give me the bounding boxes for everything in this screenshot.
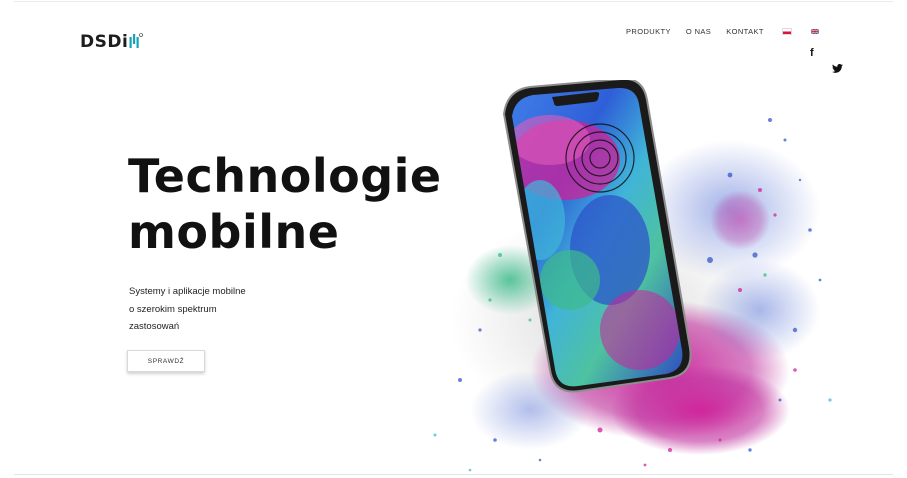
nav-item-produkty[interactable]: PRODUKTY: [626, 27, 671, 36]
page: DSDi PRODUKTY O NAS KONTAKT f Technologi…: [0, 0, 907, 478]
flag-uk-icon[interactable]: [810, 29, 819, 34]
logo-mark-icon: [129, 33, 144, 48]
hero-subtitle-line1: Systemy i aplikacje mobilne: [129, 286, 246, 297]
hero-phone-splash-image: [433, 80, 832, 472]
sprawdz-button[interactable]: SPRAWDŹ: [127, 350, 205, 372]
nav-item-kontakt[interactable]: KONTAKT: [726, 27, 764, 36]
hero-title-line2: mobilne: [128, 205, 340, 259]
bottom-divider: [14, 474, 893, 475]
hero-subtitle-line3: zastosowań: [129, 321, 180, 332]
hero-title-line1: Technologie: [128, 149, 442, 203]
top-divider: [14, 1, 893, 2]
twitter-icon[interactable]: [832, 64, 843, 73]
logo-text: DSDi: [80, 32, 129, 52]
nav-item-o-nas[interactable]: O NAS: [686, 27, 711, 36]
site-logo[interactable]: DSDi: [80, 30, 144, 52]
hero-title: Technologie mobilne: [128, 148, 442, 260]
flag-pl-icon[interactable]: [781, 28, 792, 35]
facebook-icon[interactable]: f: [810, 47, 814, 59]
hero-subtitle-line2: o szerokim spektrum: [129, 303, 217, 315]
main-nav: PRODUKTY O NAS KONTAKT: [626, 27, 819, 36]
hero-subtitle: Systemy i aplikacje mobilne o szerokim s…: [129, 283, 246, 336]
